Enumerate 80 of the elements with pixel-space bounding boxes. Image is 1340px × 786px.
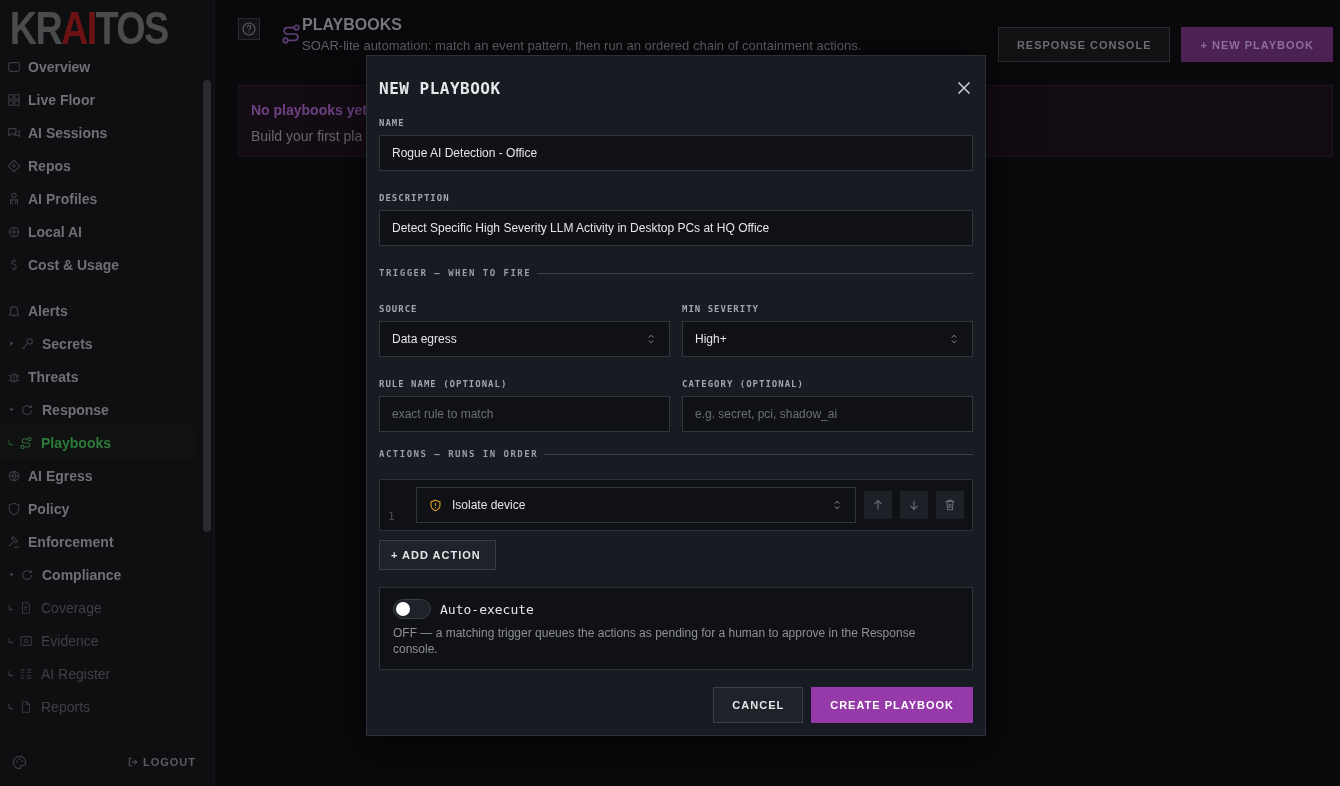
shield-icon (429, 498, 442, 512)
select-field[interactable]: Data egress (379, 321, 670, 357)
diamond-icon (7, 158, 21, 173)
field-label: CATEGORY (OPTIONAL) (682, 379, 804, 389)
select-field[interactable]: Isolate device (416, 487, 856, 523)
page-subtitle: SOAR-lite automation: match an event pattern, then run an ordered chain of containment actions. (302, 38, 862, 53)
nav-item[interactable]: Cost & Usage (0, 248, 196, 281)
select-field[interactable]: High+ (682, 321, 973, 357)
globe-icon (7, 468, 21, 483)
nav-item[interactable]: Policy (0, 492, 196, 525)
branch-icon (7, 669, 15, 678)
list-icon (19, 666, 33, 681)
bell-icon (7, 303, 21, 318)
page-title: PLAYBOOKS (302, 16, 403, 34)
figure-icon (7, 191, 21, 206)
logout-button[interactable]: LOGOUT (124, 754, 198, 770)
move-up-button[interactable] (864, 491, 892, 519)
palette-icon[interactable] (12, 754, 27, 770)
nav-item[interactable]: Alerts (0, 294, 196, 327)
close-icon[interactable] (957, 81, 971, 95)
nav-item[interactable]: Repos (0, 149, 196, 182)
toggle-switch[interactable] (393, 599, 431, 619)
input-field[interactable]: Detect Specific High Severity LLM Activity in Desktop PCs at HQ Office (379, 210, 973, 246)
gavel-icon (7, 534, 21, 549)
nav-item[interactable]: Threats (0, 360, 196, 393)
create-button[interactable]: CREATE PLAYBOOK (811, 687, 973, 723)
grid-icon (7, 92, 21, 107)
nav-item[interactable]: AI Profiles (0, 182, 196, 215)
shield-icon (7, 501, 21, 516)
nav-item[interactable]: Enforcement (0, 525, 196, 558)
help-icon[interactable] (238, 18, 260, 40)
arrow-down-icon (907, 498, 921, 512)
banner-text: Build your first pla (251, 128, 363, 144)
refresh-icon (20, 567, 34, 582)
window-icon (7, 59, 21, 74)
input-field[interactable]: Rogue AI Detection - Office (379, 135, 973, 171)
logout-icon (126, 756, 139, 768)
branch-icon (7, 636, 15, 645)
document-icon (19, 600, 33, 615)
input-field[interactable]: exact rule to match (379, 396, 670, 432)
nav-item[interactable]: Live Floor (0, 83, 196, 116)
nav-item[interactable]: Compliance (0, 558, 196, 591)
response-console-button[interactable]: RESPONSE CONSOLE (997, 27, 1171, 62)
section-heading: ACTIONS — RUNS IN ORDER (379, 449, 539, 459)
help-text: OFF — a matching trigger queues the actions as pending for a human to approve in the Response console. (393, 625, 917, 657)
workflow-icon (19, 435, 33, 450)
cancel-button[interactable]: CANCEL (713, 687, 804, 723)
branch-icon (7, 702, 15, 711)
key-icon (20, 336, 34, 351)
chat-icon (7, 125, 21, 140)
branch-icon (7, 603, 15, 612)
arrow-up-icon (871, 498, 885, 512)
nav-item[interactable]: AI Egress (0, 459, 196, 492)
field-label: NAME (379, 118, 405, 128)
field-label: DESCRIPTION (379, 193, 450, 203)
move-down-button[interactable] (900, 491, 928, 519)
banner-title: No playbooks yet (251, 102, 367, 118)
nav-item[interactable]: AI Sessions (0, 116, 196, 149)
nav-item[interactable]: Local AI (0, 215, 196, 248)
refresh-icon (20, 402, 34, 417)
trash-icon (943, 498, 957, 512)
globe-icon (7, 224, 21, 239)
input-field[interactable]: e.g. secret, pci, shadow_ai (682, 396, 973, 432)
field-label: SOURCE (379, 304, 418, 314)
scrollbar[interactable] (203, 80, 211, 532)
dialog-title: NEW PLAYBOOK (379, 78, 501, 98)
field-label: MIN SEVERITY (682, 304, 760, 314)
add-action-button[interactable]: + ADD ACTION (379, 540, 496, 570)
section-heading: TRIGGER — WHEN TO FIRE (379, 268, 532, 278)
branch-icon (7, 438, 15, 447)
field-label: RULE NAME (OPTIONAL) (379, 379, 508, 389)
workflow-icon (280, 23, 302, 45)
screen-icon (19, 633, 33, 648)
document-icon (19, 699, 33, 714)
toggle-label: Auto-execute (440, 601, 534, 617)
delete-button[interactable] (936, 491, 964, 519)
step-number: 1 (388, 510, 396, 523)
nav-item[interactable]: Response (0, 393, 196, 426)
new-playbook-button[interactable]: + NEW PLAYBOOK (1181, 27, 1333, 62)
nav-item[interactable]: Secrets (0, 327, 196, 360)
